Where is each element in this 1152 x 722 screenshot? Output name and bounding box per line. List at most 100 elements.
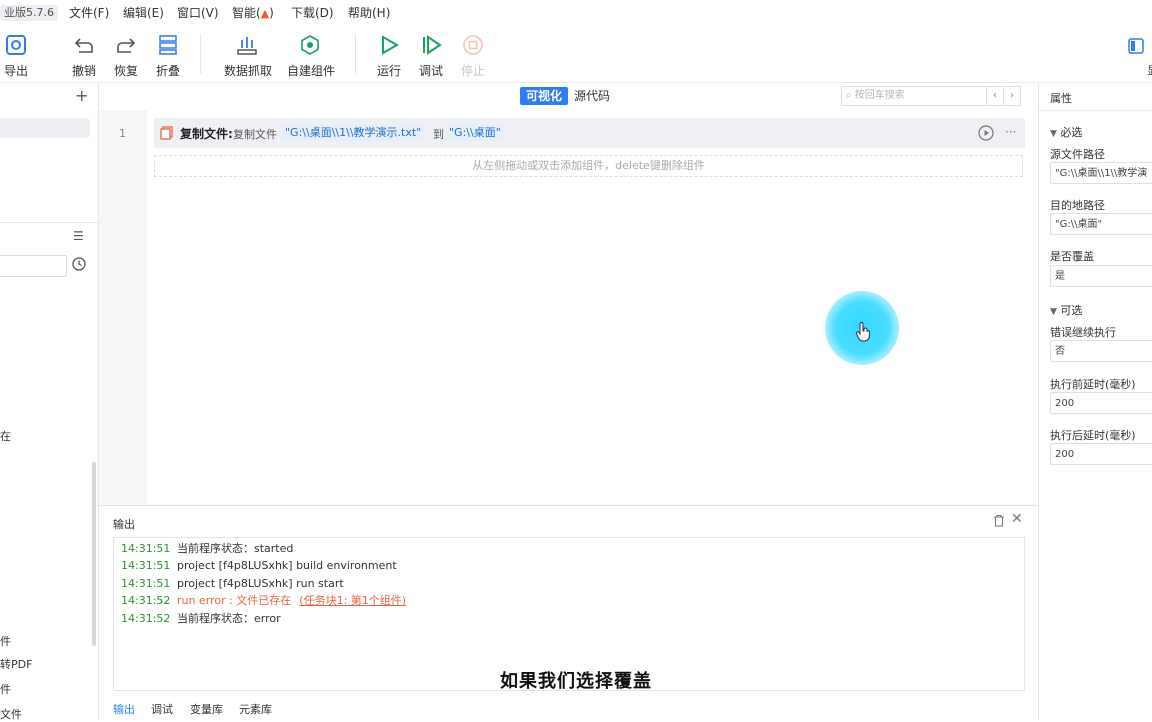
- custom-component-icon: [301, 35, 319, 55]
- list-view-icon[interactable]: ☰: [73, 229, 84, 243]
- history-button[interactable]: [72, 257, 86, 274]
- dest-path-label: 目的地路径: [1050, 199, 1105, 212]
- menu-bar: [0, 0, 1152, 26]
- run-button[interactable]: 运行: [366, 34, 412, 79]
- search-icon: ⌕: [846, 90, 852, 101]
- data-capture-icon: [237, 37, 257, 55]
- more-icon[interactable]: ···: [1005, 125, 1016, 139]
- data-capture-button[interactable]: 数据抓取: [224, 34, 272, 79]
- panel-layout-icon: [1128, 38, 1144, 54]
- left-scrollbar[interactable]: [92, 462, 96, 646]
- close-output-button[interactable]: ✕: [1011, 511, 1023, 527]
- pre-delay-input[interactable]: 200: [1050, 392, 1152, 414]
- line-gutter: [99, 110, 147, 504]
- properties-divider: [1039, 110, 1152, 111]
- log-time: 14:31:52: [121, 594, 171, 607]
- tab-variables[interactable]: 变量库: [190, 701, 223, 717]
- log-time: 14:31:51: [121, 559, 171, 572]
- output-header: [99, 505, 1037, 538]
- left-selected-item[interactable]: [0, 118, 90, 138]
- section-required[interactable]: ▼ 必选: [1050, 124, 1082, 140]
- tab-visual[interactable]: 可视化: [520, 87, 569, 105]
- log-text: project [f4p8LUSxhk] run start: [177, 577, 344, 590]
- output-title: 输出: [113, 518, 135, 531]
- menu-smart[interactable]: 智能(▲): [232, 5, 274, 22]
- step-run-button[interactable]: [978, 125, 994, 144]
- custom-component-label: 自建组件: [287, 64, 336, 78]
- menu-smart-label-end: ): [269, 6, 274, 20]
- log-time: 14:31:52: [121, 612, 171, 625]
- section-optional[interactable]: ▼ 可选: [1050, 302, 1082, 318]
- collapse-caret-icon: ▼: [1050, 129, 1057, 139]
- toolbar-divider: [355, 34, 356, 74]
- overwrite-label: 是否覆盖: [1050, 250, 1094, 263]
- step-dest-chip[interactable]: "G:\\桌面": [446, 125, 504, 141]
- undo-button[interactable]: 撤销: [61, 34, 107, 79]
- search-placeholder: 按回车搜索: [854, 90, 905, 101]
- dest-path-input[interactable]: "G:\\桌面": [1050, 213, 1152, 235]
- source-path-input[interactable]: "G:\\桌面\\1\\教学演: [1050, 162, 1152, 184]
- step-connector: 到: [433, 128, 444, 141]
- tab-debug[interactable]: 调试: [151, 701, 173, 717]
- undo-icon: [74, 38, 93, 53]
- trash-icon: [994, 514, 1004, 527]
- left-panel: [0, 83, 99, 720]
- step-source-chip[interactable]: "G:\\桌面\\1\\教学演示.txt": [282, 125, 425, 141]
- menu-help[interactable]: 帮助(H): [348, 5, 390, 21]
- undo-label: 撤销: [71, 64, 96, 78]
- menu-window[interactable]: 窗口(V): [177, 5, 219, 21]
- step-search-input[interactable]: ⌕ 按回车搜索: [841, 86, 987, 106]
- log-row: 14:31:51 project [f4p8LUSxhk] build envir…: [121, 557, 397, 574]
- redo-icon: [117, 38, 136, 53]
- tab-output[interactable]: 输出: [113, 701, 135, 717]
- clock-icon: [72, 257, 86, 271]
- drop-hint[interactable]: 从左侧拖动或双击添加组件，delete键删除组件: [154, 155, 1023, 177]
- redo-label: 恢复: [113, 64, 138, 78]
- continue-on-error-select[interactable]: 否: [1050, 340, 1152, 362]
- fold-label: 折叠: [155, 64, 180, 78]
- search-prev-button[interactable]: ‹: [986, 86, 1004, 106]
- properties-title: 属性: [1050, 92, 1072, 105]
- export-label: 导出: [3, 64, 28, 78]
- log-text: 当前程序状态：started: [177, 542, 294, 555]
- log-error-link[interactable]: (任务块1: 第1个组件): [299, 594, 406, 607]
- log-error-text: run error : 文件已存在: [177, 594, 292, 607]
- custom-component-button[interactable]: 自建组件: [287, 34, 336, 79]
- line-number: 1: [119, 127, 126, 140]
- source-path-label: 源文件路径: [1050, 148, 1105, 161]
- menu-edit[interactable]: 编辑(E): [123, 5, 164, 21]
- left-item[interactable]: 在: [0, 428, 11, 444]
- left-item[interactable]: 转PDF: [0, 656, 32, 672]
- search-next-button[interactable]: ›: [1003, 86, 1021, 106]
- left-item[interactable]: 件: [0, 681, 11, 697]
- debug-button[interactable]: 调试: [408, 34, 454, 79]
- overwrite-select[interactable]: 是: [1050, 265, 1152, 287]
- log-text: project [f4p8LUSxhk] build environment: [177, 559, 397, 572]
- post-delay-input[interactable]: 200: [1050, 443, 1152, 465]
- fire-icon: ▲: [260, 7, 270, 20]
- section-required-label: 必选: [1060, 126, 1083, 139]
- step-title: 复制文件:: [180, 127, 233, 141]
- stop-label: 停止: [460, 64, 485, 78]
- menu-file[interactable]: 文件(F): [69, 5, 109, 21]
- tab-source[interactable]: 源代码: [568, 87, 616, 105]
- log-time: 14:31:51: [121, 577, 171, 590]
- stop-icon: [463, 35, 483, 55]
- stop-button[interactable]: 停止: [450, 34, 496, 79]
- left-item[interactable]: 件: [0, 633, 11, 649]
- log-row: 14:31:51 project [f4p8LUSxhk] run start: [121, 575, 344, 592]
- menu-download[interactable]: 下载(D): [291, 5, 334, 21]
- clear-output-button[interactable]: [993, 514, 1005, 530]
- left-search-input[interactable]: [0, 255, 67, 277]
- tab-elements[interactable]: 元素库: [239, 701, 272, 717]
- fold-button[interactable]: 折叠: [145, 34, 191, 79]
- add-icon[interactable]: +: [75, 86, 88, 105]
- log-row: 14:31:52 当前程序状态：error: [121, 610, 281, 627]
- post-delay-label: 执行后延时(毫秒): [1050, 429, 1136, 442]
- play-icon: [382, 35, 400, 55]
- log-row: 14:31:51 当前程序状态：started: [121, 540, 293, 557]
- redo-button[interactable]: 恢复: [103, 34, 149, 79]
- pre-delay-label: 执行前延时(毫秒): [1050, 378, 1136, 391]
- layout-toggle-button[interactable]: [1128, 38, 1144, 57]
- export-button[interactable]: 导出: [0, 34, 39, 79]
